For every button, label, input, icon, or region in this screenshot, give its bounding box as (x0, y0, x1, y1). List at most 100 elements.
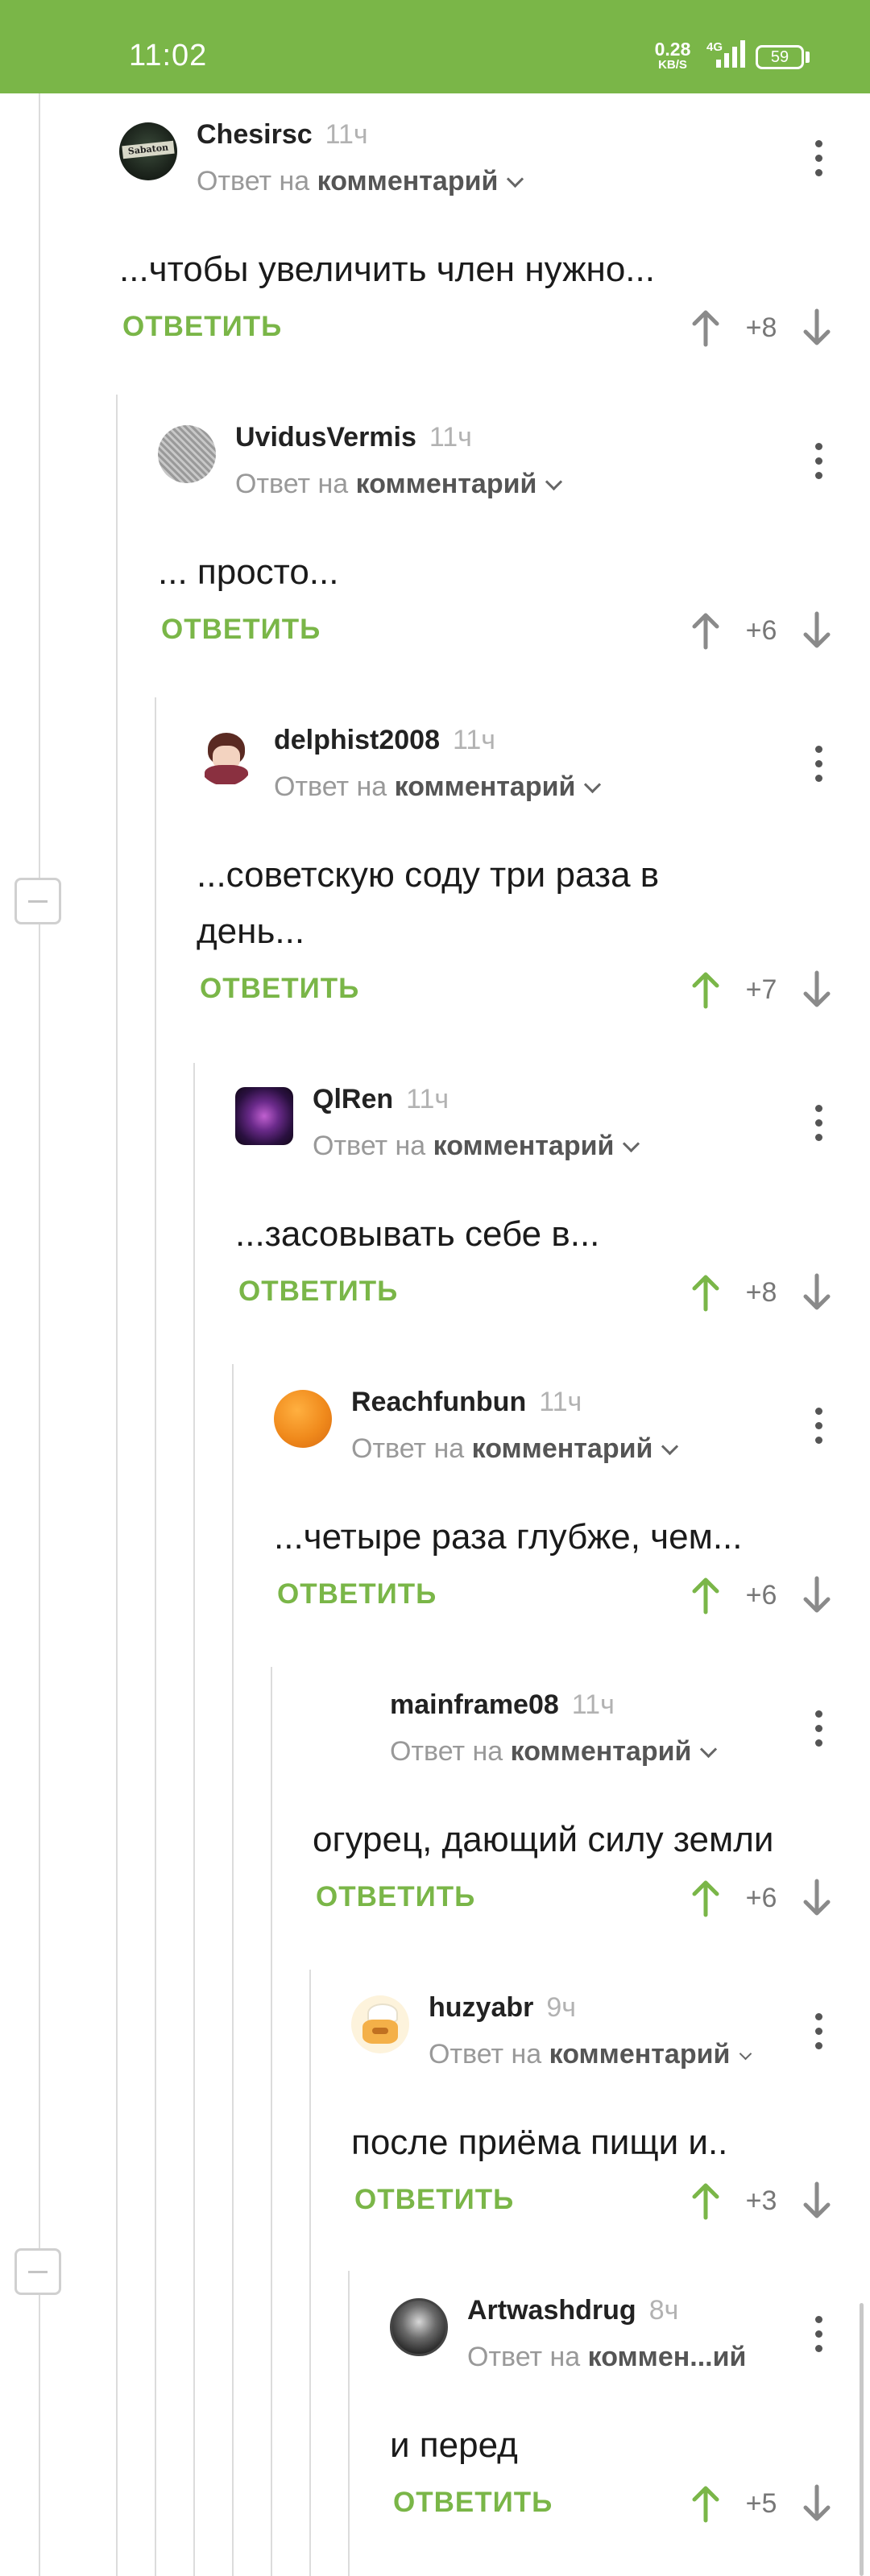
scrollbar[interactable] (860, 2303, 864, 2576)
upvote-icon[interactable] (690, 2181, 722, 2221)
reply-button[interactable]: ОТВЕТИТЬ (161, 614, 321, 646)
avatar[interactable] (390, 2298, 448, 2356)
thread-line (39, 93, 40, 2576)
reply-button[interactable]: ОТВЕТИТЬ (277, 1578, 437, 1611)
status-bar: 11:02 0.28 KB/S 4G 59 (0, 0, 870, 93)
more-options-icon[interactable] (814, 746, 823, 784)
chevron-down-icon (623, 1135, 640, 1153)
upvote-icon[interactable] (690, 1272, 722, 1313)
comment-author[interactable]: delphist2008 11ч (274, 725, 495, 756)
comment-author[interactable]: huzyabr 9ч (429, 1992, 576, 2024)
more-options-icon[interactable] (814, 2013, 823, 2052)
downvote-icon[interactable] (801, 308, 833, 348)
chevron-down-icon (545, 473, 563, 491)
upvote-icon[interactable] (690, 970, 722, 1010)
collapse-thread-button[interactable] (14, 878, 61, 924)
upvote-icon[interactable] (690, 308, 722, 348)
downvote-icon[interactable] (801, 610, 833, 651)
more-options-icon[interactable] (814, 443, 823, 482)
reply-button[interactable]: ОТВЕТИТЬ (238, 1276, 398, 1308)
more-options-icon[interactable] (814, 140, 823, 179)
vote-score: +6 (745, 615, 777, 646)
comment-author[interactable]: Chesirsc 11ч (197, 119, 368, 151)
chevron-down-icon (740, 2047, 752, 2061)
battery-icon: 59 (756, 45, 804, 69)
comment-text: огурец, дающий силу земли (313, 1820, 774, 1859)
reply-to-link[interactable]: Ответ на комментарий (235, 469, 563, 500)
vote-score: +6 (745, 1883, 777, 1913)
comment: huzyabr 9ч Ответ на комментарий после при… (351, 1992, 844, 2295)
avatar[interactable] (158, 425, 216, 483)
avatar[interactable] (351, 1995, 409, 2053)
more-options-icon[interactable] (814, 1408, 823, 1446)
more-options-icon[interactable] (814, 1710, 823, 1749)
reply-button[interactable]: ОТВЕТИТЬ (122, 311, 282, 343)
reply-to-link[interactable]: Ответ на комментарий (274, 771, 602, 803)
thread-line (116, 395, 118, 2576)
avatar[interactable] (197, 728, 255, 786)
comment: QlRen 11ч Ответ на комментарий ...засовыв… (235, 1084, 844, 1387)
upvote-icon[interactable] (690, 610, 722, 651)
comment-text: ...советскую соду три раза в день... (197, 855, 660, 951)
comment-author[interactable]: UvidusVermis 11ч (235, 422, 472, 453)
chevron-down-icon (661, 1437, 679, 1456)
vote-score: +7 (745, 974, 777, 1005)
comment-text: ...засовывать себе в... (235, 1214, 600, 1254)
upvote-icon[interactable] (690, 1575, 722, 1615)
chevron-down-icon (700, 1740, 718, 1759)
comment: Reachfunbun 11ч Ответ на комментарий ...ч… (274, 1387, 844, 1689)
reply-button[interactable]: ОТВЕТИТЬ (200, 973, 359, 1005)
reply-to-link[interactable]: Ответ на комментарий (351, 1433, 679, 1465)
reply-button[interactable]: ОТВЕТИТЬ (316, 1881, 475, 1913)
downvote-icon[interactable] (801, 2181, 833, 2221)
thread-line (155, 697, 156, 2576)
reply-button[interactable]: ОТВЕТИТЬ (393, 2487, 553, 2519)
downvote-icon[interactable] (801, 1272, 833, 1313)
avatar[interactable] (235, 1087, 293, 1145)
thread-line (271, 1667, 272, 2576)
downvote-icon[interactable] (801, 2483, 833, 2524)
downvote-icon[interactable] (801, 970, 833, 1010)
signal-icon: 4G (705, 39, 747, 71)
comment: Sabaton Chesirsc 11ч Ответ на комментарий… (119, 119, 844, 422)
reply-to-link[interactable]: Ответ на комментарий (197, 166, 524, 197)
upvote-icon[interactable] (690, 2483, 722, 2524)
comment: Artwashdrug 8ч Ответ на коммен...ий и пер… (390, 2295, 844, 2569)
avatar[interactable] (274, 1390, 332, 1448)
chevron-down-icon (584, 775, 602, 794)
vote-score: +8 (745, 1277, 777, 1308)
network-speed: 0.28 KB/S (654, 39, 691, 72)
downvote-icon[interactable] (801, 1575, 833, 1615)
comment: delphist2008 11ч Ответ на комментарий ...… (197, 725, 844, 1063)
comment-author[interactable]: Reachfunbun 11ч (351, 1387, 582, 1418)
comment-text: ... просто... (158, 552, 339, 592)
chevron-down-icon (507, 170, 524, 188)
reply-to-link[interactable]: Ответ на комментарий (313, 1131, 640, 1162)
more-options-icon[interactable] (814, 1105, 823, 1143)
reply-button[interactable]: ОТВЕТИТЬ (354, 2184, 514, 2216)
comment-author[interactable]: Artwashdrug 8ч (467, 2295, 678, 2326)
downvote-icon[interactable] (801, 1878, 833, 1918)
comment-author[interactable]: QlRen 11ч (313, 1084, 449, 1115)
comment: UvidusVermis 11ч Ответ на комментарий ...… (158, 422, 844, 725)
upvote-icon[interactable] (690, 1878, 722, 1918)
comment-text: и перед (390, 2425, 518, 2465)
vote-score: +5 (745, 2488, 777, 2519)
more-options-icon[interactable] (814, 2316, 823, 2355)
comment-text: ...четыре раза глубже, чем... (274, 1517, 743, 1557)
thread-line (348, 2271, 350, 2576)
comment-author[interactable]: mainframe08 11ч (390, 1689, 615, 1721)
collapse-thread-button[interactable] (14, 2248, 61, 2295)
reply-to-link[interactable]: Ответ на комментарий (390, 1736, 718, 1768)
comment-text: после приёма пищи и.. (351, 2123, 728, 2162)
comment: mainframe08 11ч Ответ на комментарий огур… (313, 1689, 844, 1992)
thread-line (193, 1063, 195, 2576)
comment-text: ...чтобы увеличить член нужно... (119, 250, 655, 289)
reply-to-link[interactable]: Ответ на коммен...ий (467, 2342, 746, 2373)
reply-to-link[interactable]: Ответ на комментарий (429, 2039, 752, 2070)
vote-score: +3 (745, 2185, 777, 2216)
status-time: 11:02 (129, 39, 208, 72)
vote-score: +8 (745, 312, 777, 343)
avatar[interactable]: Sabaton (119, 122, 177, 180)
vote-score: +6 (745, 1580, 777, 1611)
